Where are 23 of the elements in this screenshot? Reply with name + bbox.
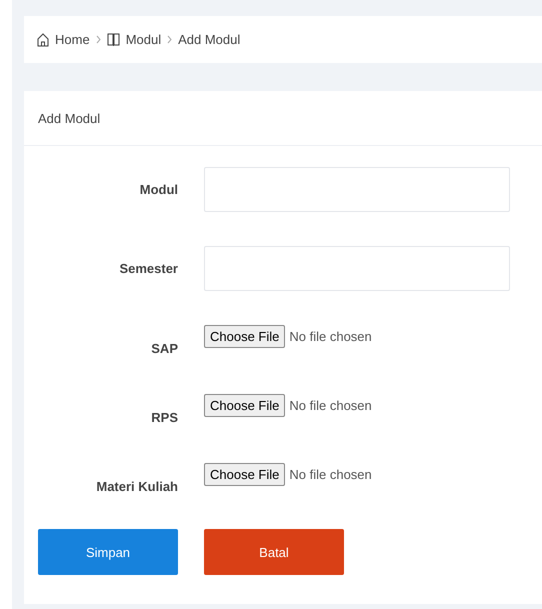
card-title: Add Modul: [38, 110, 100, 126]
choose-file-button[interactable]: Choose File: [204, 394, 286, 417]
field-label: Modul: [138, 182, 178, 197]
save-button[interactable]: Simpan: [38, 529, 178, 575]
field-label: SAP: [150, 341, 178, 356]
file-status: No file chosen: [289, 329, 372, 344]
choose-file-button[interactable]: Choose File: [204, 463, 286, 486]
cancel-button[interactable]: Batal: [204, 529, 344, 575]
breadcrumb-link[interactable]: Modul: [126, 32, 162, 47]
field-label: Materi Kuliah: [95, 479, 178, 494]
field-label: Semester: [118, 261, 178, 276]
field-label: RPS: [150, 410, 178, 425]
file-status: No file chosen: [289, 467, 372, 482]
breadcrumb-link[interactable]: Add Modul: [178, 32, 240, 47]
home-icon: [37, 32, 49, 46]
chevron-icon: [167, 35, 172, 44]
book-icon: [106, 32, 120, 46]
choose-file-button[interactable]: Choose File: [204, 325, 286, 348]
chevron-icon: [96, 35, 101, 44]
breadcrumb-link[interactable]: Home: [55, 32, 90, 47]
file-status: No file chosen: [289, 398, 372, 413]
text-field[interactable]: [204, 167, 510, 212]
text-field[interactable]: [204, 246, 510, 291]
